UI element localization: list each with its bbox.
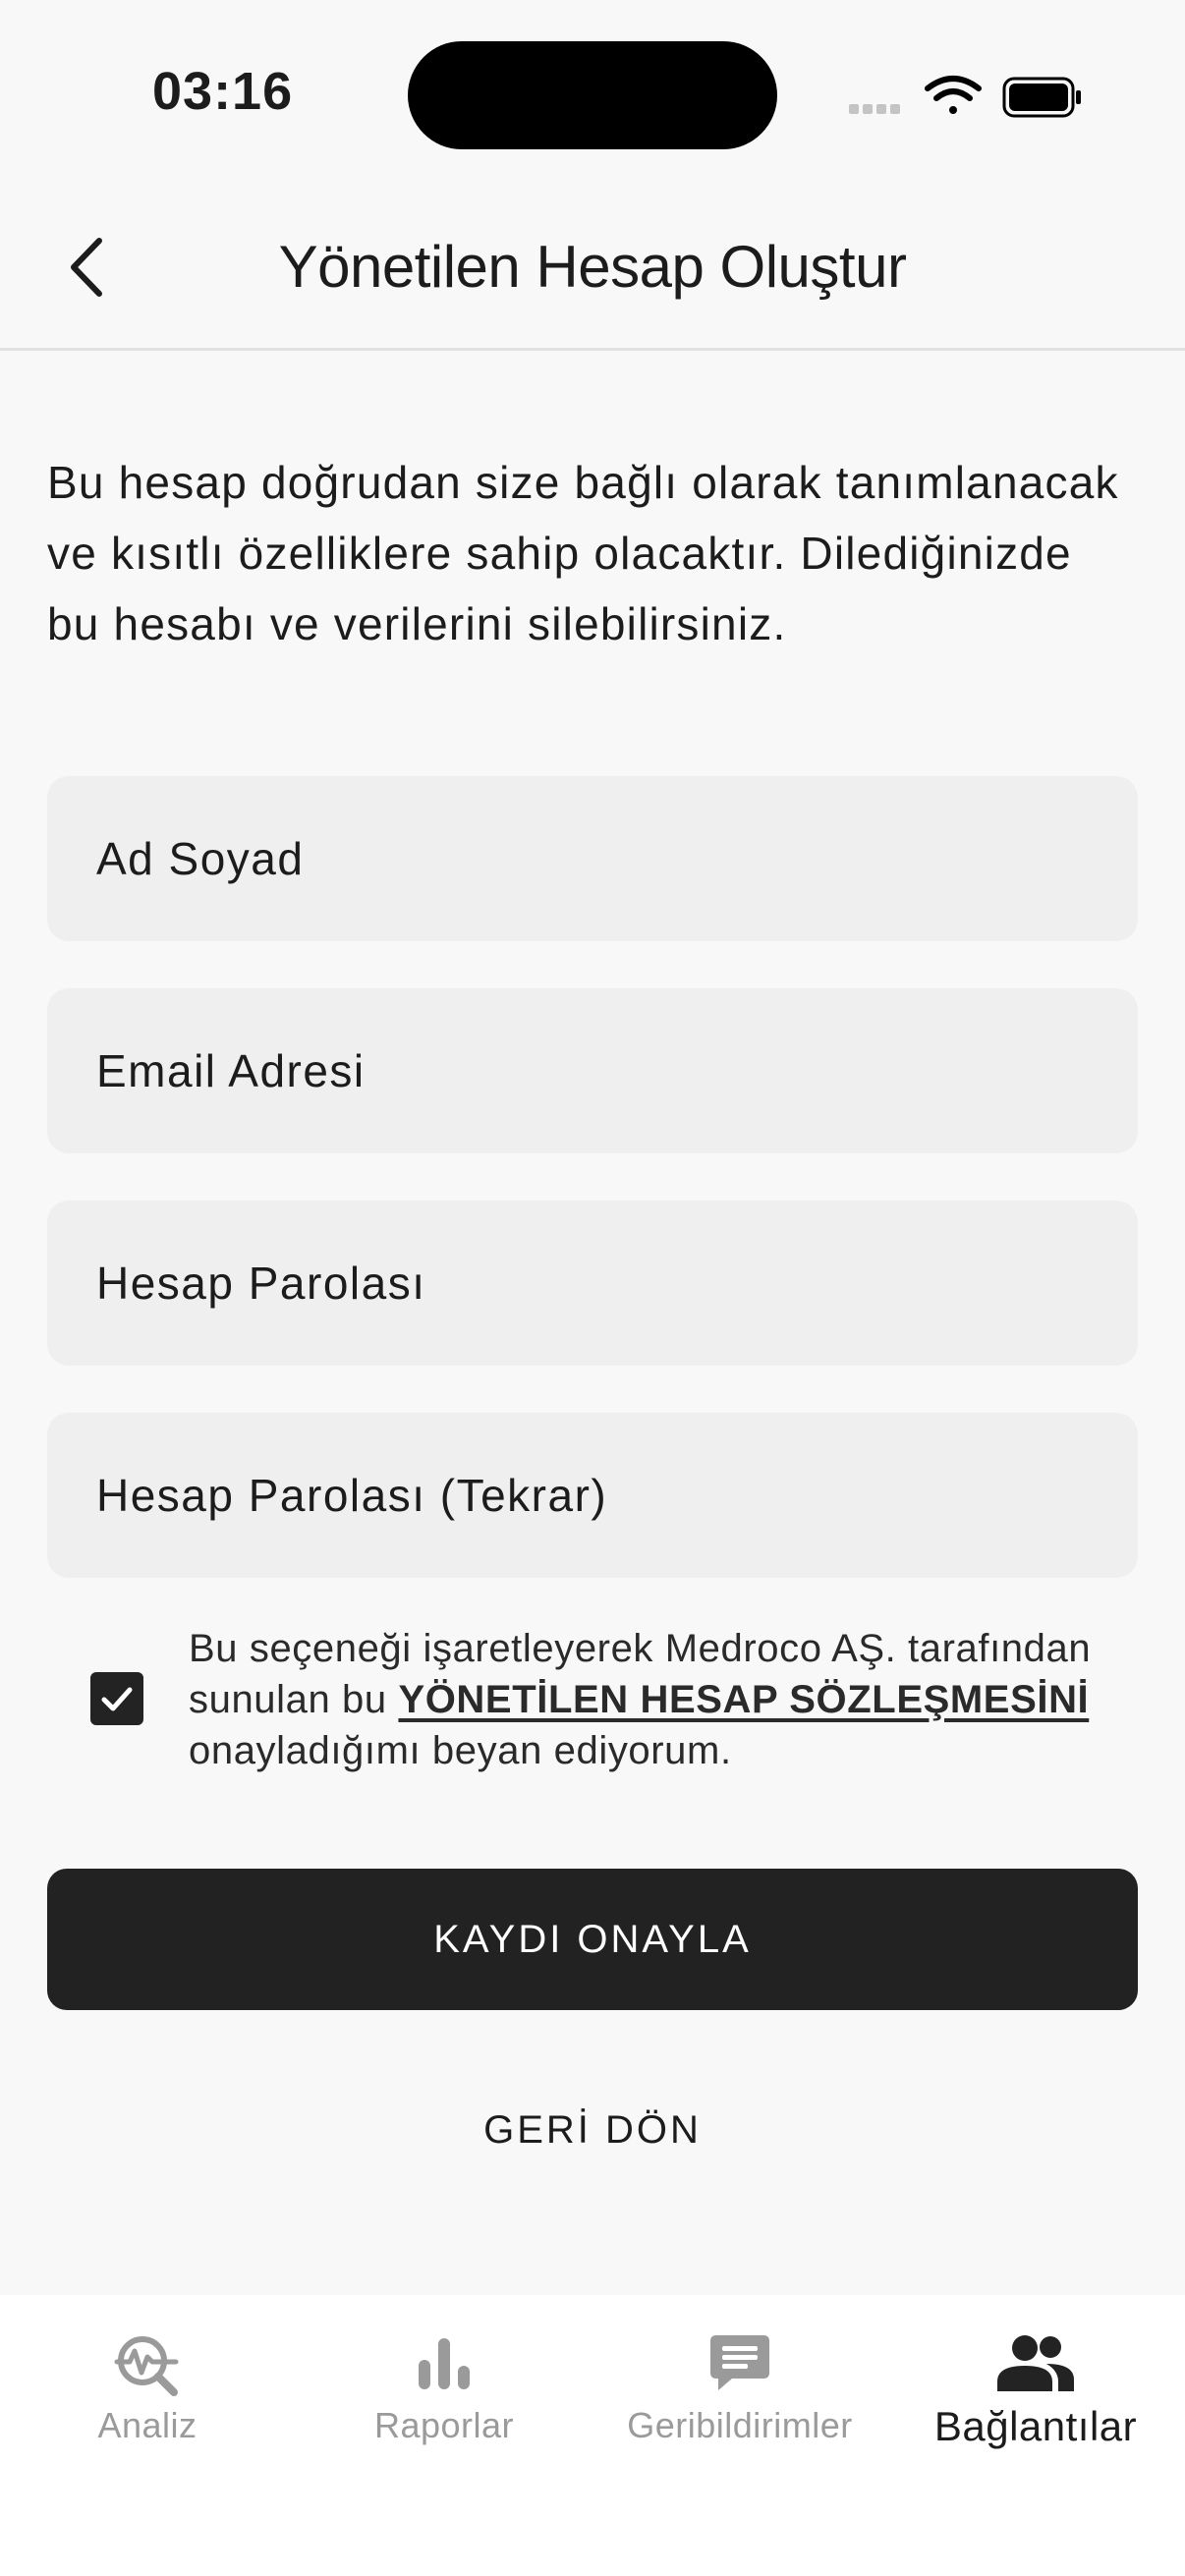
status-bar: 03:16 xyxy=(0,0,1185,187)
message-icon xyxy=(710,2335,769,2390)
tab-connections[interactable]: Bağlantılar xyxy=(888,2295,1183,2472)
consent-text-after: onayladığımı beyan ediyorum. xyxy=(189,1729,732,1772)
analysis-icon xyxy=(114,2336,179,2396)
chevron-left-icon xyxy=(71,238,102,297)
page-title: Yönetilen Hesap Oluştur xyxy=(278,234,907,300)
battery-icon xyxy=(1002,77,1081,118)
tab-analysis[interactable]: Analiz xyxy=(0,2295,295,2472)
people-icon xyxy=(997,2335,1074,2391)
confirm-registration-button[interactable]: KAYDI ONAYLA xyxy=(47,1869,1138,2010)
password-field[interactable]: Hesap Parolası xyxy=(47,1201,1138,1366)
tab-reports[interactable]: Raporlar xyxy=(297,2295,592,2472)
password-repeat-field[interactable]: Hesap Parolası (Tekrar) xyxy=(47,1413,1138,1578)
signal-icon xyxy=(849,104,900,114)
intro-text: Bu hesap doğrudan size bağlı olarak tanı… xyxy=(47,457,1119,649)
tab-label-connections: Bağlantılar xyxy=(933,2403,1138,2449)
agreement-link[interactable]: YÖNETİLEN HESAP SÖZLEŞMESİNİ xyxy=(398,1678,1089,1721)
bar-chart-icon xyxy=(419,2338,470,2389)
checkmark-icon xyxy=(101,1687,133,1711)
consent-checkbox[interactable] xyxy=(90,1672,143,1725)
email-field[interactable]: Email Adresi xyxy=(47,988,1138,1153)
dynamic-island xyxy=(408,41,777,149)
email-placeholder: Email Adresi xyxy=(96,1045,366,1096)
password-repeat-placeholder: Hesap Parolası (Tekrar) xyxy=(96,1470,608,1521)
tab-label-analysis: Analiz xyxy=(97,2405,198,2445)
wifi-icon xyxy=(925,76,982,114)
consent-text: Bu seçeneği işaretleyerek Medroco AŞ. ta… xyxy=(189,1623,1112,1776)
tab-feedback[interactable]: Geribildirimler xyxy=(592,2295,887,2472)
full-name-field[interactable]: Ad Soyad xyxy=(47,776,1138,941)
password-placeholder: Hesap Parolası xyxy=(96,1258,426,1309)
back-button[interactable] xyxy=(51,228,120,307)
tab-label-feedback: Geribildirimler xyxy=(627,2405,853,2445)
go-back-button[interactable]: GERİ DÖN xyxy=(396,2093,789,2167)
tab-label-reports: Raporlar xyxy=(373,2405,515,2445)
status-icons xyxy=(847,71,1083,120)
status-time: 03:16 xyxy=(152,62,294,121)
full-name-placeholder: Ad Soyad xyxy=(96,833,305,884)
